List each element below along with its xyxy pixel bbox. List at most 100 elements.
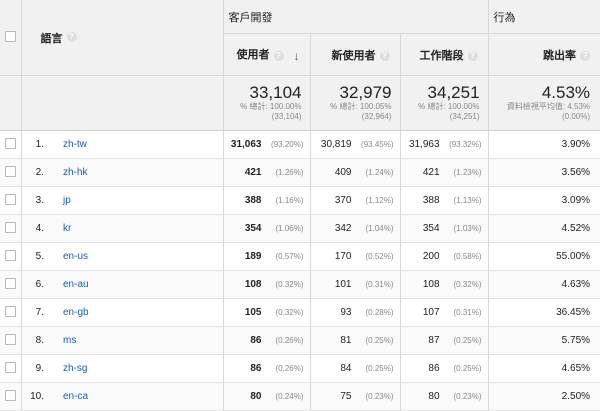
language-link[interactable]: zh-tw [49,130,223,159]
sessions-percent: (1.23%) [453,168,482,177]
new-users-value: 101 [334,279,352,290]
help-icon[interactable]: ? [273,50,284,61]
sessions-percent: (0.31%) [453,308,482,317]
total-sessions-value: 34,251 [427,83,480,102]
language-link[interactable]: en-au [49,270,223,299]
bounce-rate-value: 3.09% [487,186,600,215]
language-link[interactable]: ms [49,326,223,355]
metric-header-new-users[interactable]: 新使用者? [309,33,400,76]
help-icon[interactable]: ? [580,50,591,61]
row-checkbox-cell [0,270,21,299]
sessions-percent: (0.32%) [453,280,482,289]
metric-label-sessions: 工作階段 [419,49,464,62]
sessions-value: 80 [428,391,440,402]
select-all-checkbox[interactable] [4,30,16,42]
row-checkbox-cell [0,354,21,383]
users-value: 31,063 [230,139,262,150]
new-users-value: 84 [340,363,352,374]
sessions-value: 87 [428,335,440,346]
table-row: 5. en-us 189 (0.57%) 170 (0.52%) 200 (0.58%… [0,242,600,271]
sessions-cell: 200 (0.58%) [399,242,489,271]
total-sessions: 34,251 % 總計: 100.00% (34,251) [399,75,489,131]
help-icon[interactable]: ? [467,50,478,61]
row-checkbox[interactable] [4,137,16,149]
new-users-percent: (0.25%) [365,336,394,345]
row-checkbox-cell [0,242,21,271]
total-bounce-rate-average: 資料檢視平均值: 4.53% [506,102,591,111]
sessions-cell: 80 (0.23%) [399,382,489,411]
sessions-value: 354 [422,223,440,234]
users-cell: 388 (1.16%) [222,186,310,215]
language-link[interactable]: zh-hk [49,158,223,187]
total-new-users-value: 32,979 [339,83,392,102]
sessions-percent: (0.25%) [453,364,482,373]
row-checkbox[interactable] [4,249,16,261]
row-index: 8. [20,326,49,355]
row-index: 5. [20,242,49,271]
new-users-percent: (0.25%) [365,364,394,373]
metric-label-new-users: 新使用者 [331,49,376,62]
language-link[interactable]: jp [49,186,223,215]
users-value: 421 [244,167,262,178]
users-cell: 108 (0.32%) [222,270,310,299]
new-users-cell: 342 (1.04%) [309,214,400,243]
row-checkbox[interactable] [4,193,16,205]
sessions-cell: 86 (0.25%) [399,354,489,383]
users-value: 108 [244,279,262,290]
row-checkbox[interactable] [4,221,16,233]
users-percent: (1.26%) [275,168,304,177]
row-checkbox[interactable] [4,277,16,289]
new-users-value: 81 [340,335,352,346]
sessions-value: 86 [428,363,440,374]
users-percent: (0.26%) [275,364,304,373]
bounce-rate-value: 36.45% [487,298,600,327]
sessions-percent: (1.03%) [453,224,482,233]
language-link[interactable]: kr [49,214,223,243]
row-checkbox-cell [0,158,21,187]
sessions-value: 421 [422,167,440,178]
table-row: 10. en-ca 80 (0.24%) 75 (0.23%) 80 (0.23%) … [0,382,600,411]
users-cell: 105 (0.32%) [222,298,310,327]
new-users-cell: 81 (0.25%) [309,326,400,355]
help-icon[interactable]: ? [66,32,77,43]
users-percent: (93.20%) [271,140,304,149]
sessions-cell: 354 (1.03%) [399,214,489,243]
users-value: 80 [250,391,262,402]
new-users-percent: (1.12%) [365,196,394,205]
select-all-cell [0,0,21,76]
total-bounce-rate: 4.53% 資料檢視平均值: 4.53% (0.00%) [487,75,600,131]
users-percent: (0.32%) [275,280,304,289]
language-report: 語言? 客戶開發 行為 使用者? ↓ 新使用者? 工作階段? 跳出率? 33,10… [0,0,600,411]
row-checkbox[interactable] [4,305,16,317]
bounce-rate-value: 3.56% [487,158,600,187]
row-checkbox[interactable] [4,361,16,373]
metric-header-bounce-rate[interactable]: 跳出率? [487,33,600,76]
help-icon[interactable]: ? [379,50,390,61]
row-checkbox-cell [0,186,21,215]
users-cell: 86 (0.26%) [222,354,310,383]
sessions-value: 108 [422,279,440,290]
new-users-cell: 409 (1.24%) [309,158,400,187]
users-value: 189 [244,251,262,262]
sort-desc-icon[interactable]: ↓ [294,49,300,63]
row-checkbox[interactable] [4,165,16,177]
new-users-cell: 93 (0.28%) [309,298,400,327]
row-checkbox[interactable] [4,389,16,401]
sessions-percent: (1.13%) [453,196,482,205]
users-percent: (1.06%) [275,224,304,233]
new-users-value: 170 [334,251,352,262]
bounce-rate-value: 4.63% [487,270,600,299]
total-users-value: 33,104 [249,83,302,102]
new-users-percent: (93.45%) [361,140,394,149]
row-index: 1. [20,130,49,159]
new-users-cell: 84 (0.25%) [309,354,400,383]
row-checkbox[interactable] [4,333,16,345]
language-link[interactable]: en-gb [49,298,223,327]
language-link[interactable]: en-ca [49,382,223,411]
language-link[interactable]: en-us [49,242,223,271]
metric-header-sessions[interactable]: 工作階段? [399,33,489,76]
bounce-rate-value: 2.50% [487,382,600,411]
dimension-header[interactable]: 語言? [20,0,223,76]
metric-header-users[interactable]: 使用者? ↓ [222,33,310,76]
language-link[interactable]: zh-sg [49,354,223,383]
